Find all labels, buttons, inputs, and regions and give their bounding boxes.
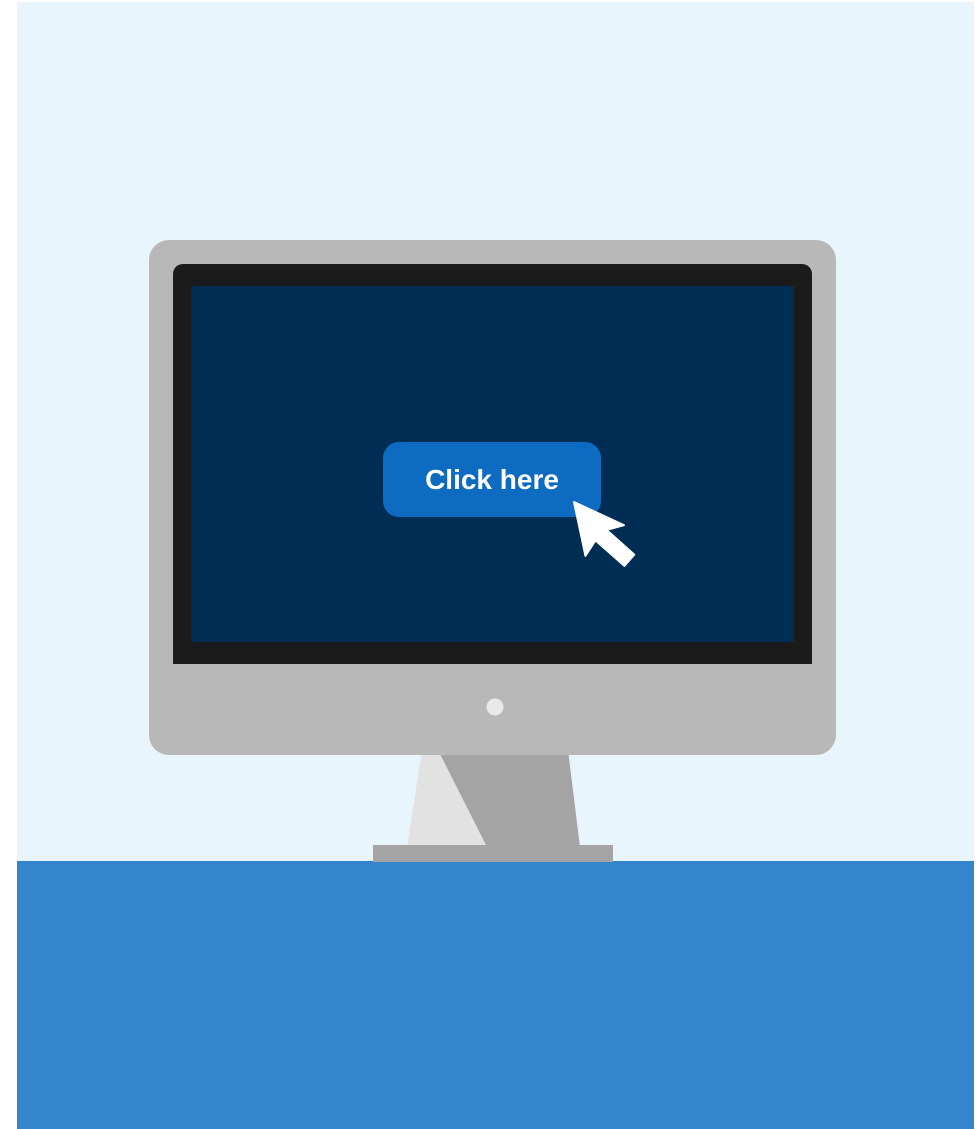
mouse-pointer-icon: [573, 501, 636, 567]
monitor-stand-base: [373, 845, 613, 862]
screen-content: Click here: [191, 288, 794, 642]
power-indicator-icon: [486, 698, 504, 716]
illustration-scene: Click here: [17, 2, 974, 1129]
click-here-button[interactable]: Click here: [383, 442, 601, 517]
monitor-bezel-bottom: [173, 642, 812, 664]
